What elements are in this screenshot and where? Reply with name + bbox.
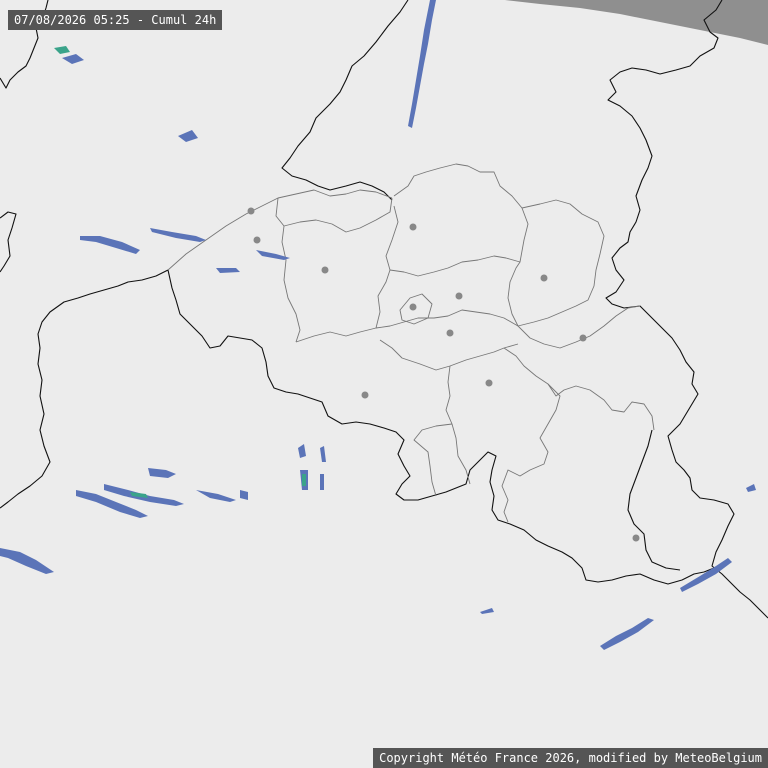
city-marker — [485, 379, 493, 387]
timestamp-label: 07/08/2026 05:25 - Cumul 24h — [8, 10, 223, 30]
city-marker — [579, 334, 587, 342]
city-marker — [253, 236, 261, 244]
map-background — [0, 0, 768, 768]
city-marker — [409, 303, 417, 311]
radar-map — [0, 0, 768, 768]
city-marker — [446, 329, 454, 337]
copyright-label: Copyright Météo France 2026, modified by… — [373, 748, 768, 768]
city-marker — [540, 274, 548, 282]
city-marker — [455, 292, 463, 300]
city-marker — [247, 207, 255, 215]
city-marker — [632, 534, 640, 542]
city-marker — [409, 223, 417, 231]
city-marker — [361, 391, 369, 399]
city-marker — [321, 266, 329, 274]
